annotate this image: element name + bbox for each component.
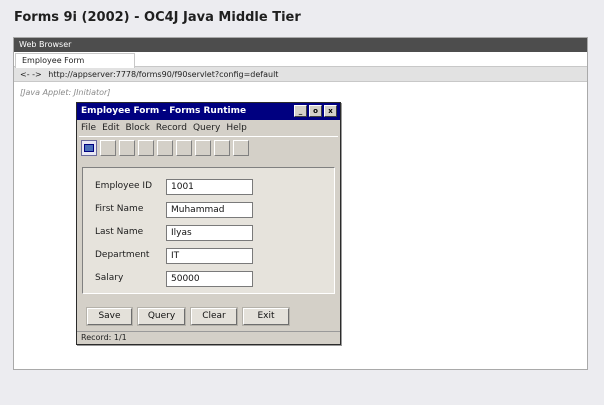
window-titlebar[interactable]: Employee Form - Forms Runtime _ o x	[77, 103, 340, 120]
exit-button[interactable]: Exit	[243, 308, 289, 325]
department-label: Department	[95, 250, 150, 260]
status-bar: Record: 1/1	[77, 331, 340, 344]
toolbar-button[interactable]	[233, 140, 249, 156]
back-forward-icon[interactable]: <- ->	[20, 70, 42, 79]
employee-form-panel: Employee ID First Name Last Name Departm…	[82, 167, 335, 294]
applet-caption: [Java Applet: JInitiator]	[20, 88, 111, 97]
toolbar-button[interactable]	[195, 140, 211, 156]
first-name-row: First Name	[95, 202, 325, 218]
toolbar-button[interactable]	[138, 140, 154, 156]
employee-id-field[interactable]	[166, 179, 253, 195]
menu-record[interactable]: Record	[156, 120, 191, 136]
page-title: Forms 9i (2002) - OC4J Java Middle Tier	[14, 10, 301, 25]
browser-titlebar: Web Browser	[14, 38, 587, 52]
close-button[interactable]: x	[324, 105, 337, 117]
menu-file[interactable]: File	[81, 120, 100, 136]
clear-button[interactable]: Clear	[191, 308, 237, 325]
forms-runtime-window: Employee Form - Forms Runtime _ o x File…	[76, 102, 341, 345]
menu-block[interactable]: Block	[126, 120, 154, 136]
department-row: Department	[95, 248, 325, 264]
last-name-field[interactable]	[166, 225, 253, 241]
window-controls: _ o x	[294, 105, 337, 117]
toolbar-button[interactable]	[176, 140, 192, 156]
browser-tabstrip: Employee Form	[14, 52, 587, 68]
employee-id-row: Employee ID	[95, 179, 325, 195]
minimize-button[interactable]: _	[294, 105, 307, 117]
menu-bar: File Edit Block Record Query Help	[77, 120, 340, 136]
department-field[interactable]	[166, 248, 253, 264]
first-name-field[interactable]	[166, 202, 253, 218]
last-name-row: Last Name	[95, 225, 325, 241]
url-text[interactable]: http://appserver:7778/forms90/f90servlet…	[48, 70, 278, 79]
toolbar-button[interactable]	[214, 140, 230, 156]
menu-help[interactable]: Help	[226, 120, 251, 136]
salary-field[interactable]	[166, 271, 253, 287]
action-buttons: Save Query Clear Exit	[87, 308, 289, 325]
last-name-label: Last Name	[95, 227, 144, 237]
window-icon	[84, 144, 94, 152]
toolbar	[77, 137, 340, 159]
toolbar-window-button[interactable]	[81, 140, 97, 156]
save-button[interactable]: Save	[87, 308, 132, 325]
tab-employee-form[interactable]: Employee Form	[15, 53, 135, 68]
window-title: Employee Form - Forms Runtime	[81, 106, 247, 116]
toolbar-button[interactable]	[100, 140, 116, 156]
employee-id-label: Employee ID	[95, 181, 153, 191]
maximize-button[interactable]: o	[309, 105, 322, 117]
query-button[interactable]: Query	[138, 308, 185, 325]
address-bar[interactable]: <- -> http://appserver:7778/forms90/f90s…	[14, 67, 587, 82]
menu-query[interactable]: Query	[193, 120, 224, 136]
salary-row: Salary	[95, 271, 325, 287]
toolbar-button[interactable]	[119, 140, 135, 156]
menu-edit[interactable]: Edit	[102, 120, 123, 136]
salary-label: Salary	[95, 273, 124, 283]
toolbar-button[interactable]	[157, 140, 173, 156]
first-name-label: First Name	[95, 204, 144, 214]
